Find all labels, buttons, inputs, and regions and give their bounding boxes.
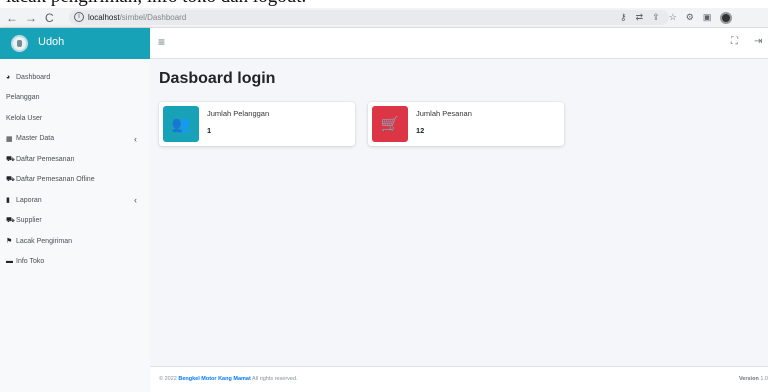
brand-logo-icon: [11, 35, 28, 52]
sidebar-item-label: Laporan: [16, 196, 42, 204]
sidebar-item-label: Lacak Pengiriman: [16, 237, 73, 245]
sidebar-item-laporan[interactable]: ▮ Laporan ‹: [0, 190, 150, 211]
page-title: Dasboard login: [159, 70, 276, 87]
info-box-pelanggan: 👥 Jumlah Pelanggan 1: [159, 102, 355, 146]
shipping-icon: ⚑: [6, 238, 13, 246]
site-info-icon[interactable]: i: [74, 12, 84, 22]
info-box-number: 1: [207, 126, 212, 135]
sidebar-item-label: Supplier: [16, 217, 42, 225]
copyright-text: © 2022 Bengkel Motor Kang Mamat All righ…: [159, 376, 298, 382]
key-icon[interactable]: ⚷: [620, 11, 627, 24]
sidebar-icon[interactable]: ▣: [703, 11, 712, 24]
sidebar-item-daftar-pemesanan[interactable]: ⛟ Daftar Pemesanan: [0, 149, 150, 170]
profile-icon[interactable]: [720, 11, 733, 24]
cropped-caption: lacak pengiriman, info toko dan logout.: [0, 0, 768, 8]
file-icon: ▮: [6, 197, 10, 205]
sidebar-item-dashboard[interactable]: ◕ Dashboard: [0, 67, 150, 88]
reload-button[interactable]: C: [45, 10, 54, 26]
sidebar-item-daftar-pemesanan-ofline[interactable]: ⛟ Daftar Pemesanan Ofline: [0, 170, 150, 191]
sidebar-item-label: Info Toko: [16, 258, 45, 266]
sidebar: Udoh ◕ Dashboard Pelanggan Kelola User ▦…: [0, 28, 150, 392]
address-bar[interactable]: i localhost/simbel/Dashboard: [69, 10, 669, 25]
version-text: Version 1.0: [738, 376, 768, 382]
cart-icon: ⛟: [6, 155, 15, 163]
hamburger-menu-icon[interactable]: ≡: [158, 35, 165, 49]
store-icon: ▬: [6, 258, 13, 266]
sidebar-item-pelanggan[interactable]: Pelanggan: [0, 88, 150, 109]
brand-name: Udoh: [38, 36, 65, 48]
extensions-icon[interactable]: ⚙: [686, 11, 694, 24]
sidebar-item-kelola-user[interactable]: Kelola User: [0, 108, 150, 129]
tachometer-icon: ◕: [6, 73, 11, 81]
sidebar-item-label: Kelola User: [6, 114, 43, 122]
info-box-label: Jumlah Pesanan: [416, 109, 472, 118]
top-navbar: ≡ ⛶ ⇥: [150, 28, 768, 59]
url-text[interactable]: localhost/simbel/Dashboard: [88, 11, 186, 24]
chevron-left-icon: ‹: [134, 133, 137, 144]
brand-link[interactable]: Udoh: [0, 28, 150, 59]
table-icon: ▦: [6, 135, 13, 143]
sidebar-item-label: Dashboard: [16, 73, 51, 81]
translate-icon[interactable]: ⇄: [636, 11, 644, 24]
chevron-left-icon: ‹: [134, 195, 137, 205]
info-box-pesanan: 🛒 Jumlah Pesanan 12: [368, 102, 564, 146]
sidebar-item-master-data[interactable]: ▦ Master Data ‹: [0, 129, 150, 150]
sidebar-item-info-toko[interactable]: ▬ Info Toko: [0, 252, 150, 273]
main-footer: © 2022 Bengkel Motor Kang Mamat All righ…: [150, 366, 768, 392]
sidebar-item-label: Daftar Pemesanan Ofline: [16, 176, 95, 184]
star-icon[interactable]: ☆: [669, 11, 677, 24]
back-button[interactable]: ←: [6, 10, 18, 26]
sidebar-item-lacak-pengiriman[interactable]: ⚑ Lacak Pengiriman: [0, 231, 150, 252]
fullscreen-icon[interactable]: ⛶: [731, 36, 738, 47]
footer-brand-link[interactable]: Bengkel Motor Kang Mamat: [178, 376, 250, 382]
truck-icon: ⛟: [6, 217, 15, 225]
shopping-cart-icon: 🛒: [372, 106, 408, 142]
users-icon: 👥: [163, 106, 199, 142]
browser-actions: ⚷ ⇄ ⇪ ☆ ⚙ ▣: [620, 11, 733, 24]
content-wrapper: Dasboard login 👥 Jumlah Pelanggan 1 🛒 Ju…: [150, 59, 768, 366]
info-box-label: Jumlah Pelanggan: [207, 109, 270, 118]
share-icon[interactable]: ⇪: [652, 11, 660, 24]
sidebar-menu: ◕ Dashboard Pelanggan Kelola User ▦ Mast…: [0, 67, 150, 272]
logout-icon[interactable]: ⇥: [754, 36, 762, 47]
cart-icon: ⛟: [6, 176, 15, 184]
sidebar-item-supplier[interactable]: ⛟ Supplier: [0, 211, 150, 232]
sidebar-item-label: Pelanggan: [6, 94, 40, 102]
info-box-number: 12: [416, 126, 425, 135]
sidebar-item-label: Master Data: [16, 135, 55, 143]
sidebar-item-label: Daftar Pemesanan: [16, 155, 75, 163]
browser-toolbar: ← → C i localhost/simbel/Dashboard ⚷ ⇄ ⇪…: [0, 8, 768, 28]
forward-button[interactable]: →: [25, 10, 37, 26]
caption-text: lacak pengiriman, info toko dan logout.: [6, 0, 306, 8]
